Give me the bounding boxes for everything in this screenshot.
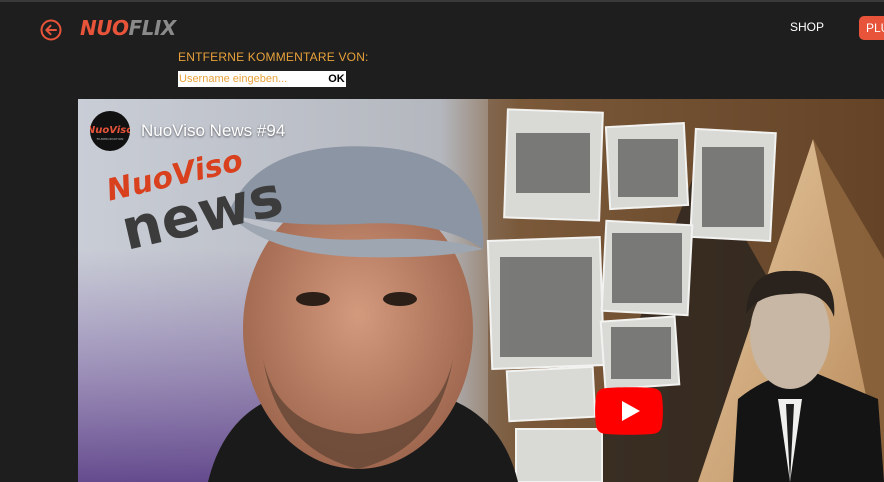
logo-part-flix: FLIX [128,16,176,40]
logo-part-nuo: NUO [80,16,129,40]
remove-comments-label: ENTFERNE KOMMENTARE VON: [178,50,369,64]
ok-button[interactable]: OK [327,71,346,87]
video-player[interactable]: NuoViso news [78,99,884,482]
channel-avatar-text: NuoViso [90,125,130,136]
video-title[interactable]: NuoViso News #94 [141,121,285,141]
username-input[interactable] [178,71,327,87]
shop-link[interactable]: SHOP [790,20,824,34]
video-thumbnail: NuoViso news [78,99,884,482]
top-border [0,0,884,2]
channel-avatar-subtext: FILMPRODUKTION [97,137,124,141]
channel-avatar[interactable]: NuoViso FILMPRODUKTION [90,111,130,151]
nuoflix-logo[interactable]: NUOFLIX [80,15,176,41]
presenter-face [243,189,473,469]
back-arrow-icon[interactable] [40,19,62,41]
play-button-icon[interactable] [595,387,663,435]
plus-button[interactable]: PLU [859,16,884,40]
remove-comments-form: OK [178,71,346,87]
